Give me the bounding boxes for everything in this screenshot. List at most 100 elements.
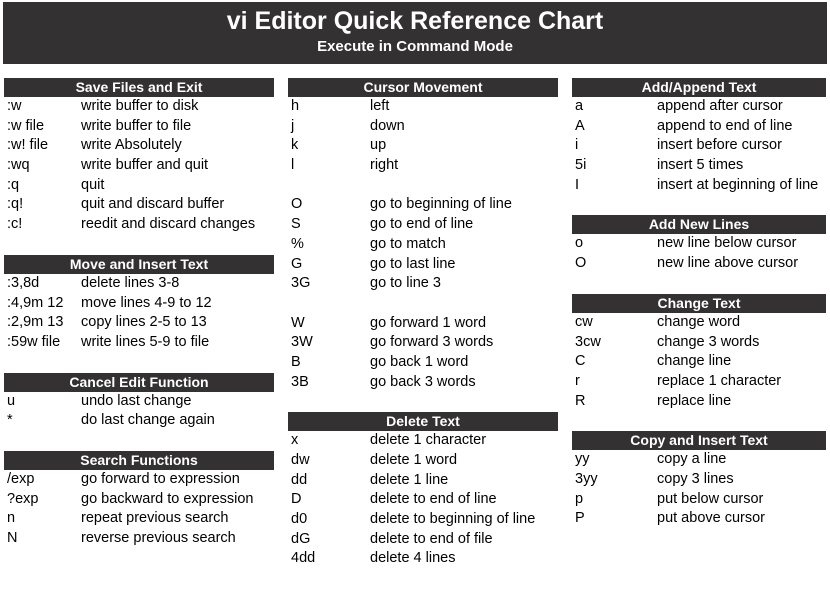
command-description: replace line [657, 392, 732, 409]
command-description: go to line 3 [370, 275, 441, 292]
section: Change Text cw change word 3cw change 3 word… [572, 293, 826, 411]
command-description: delete 1 character [370, 432, 487, 449]
command-row: :59w file write lines 5-9 to file [4, 333, 274, 353]
command-row: k up [288, 136, 558, 156]
command-key: 3B [291, 373, 309, 390]
command-description: new line above cursor [657, 255, 799, 272]
command-description: go back 1 word [370, 353, 469, 370]
command-description: change 3 words [657, 333, 760, 350]
command-list: :3,8d delete lines 3-8:4,9m 12 move lines … [4, 274, 274, 353]
command-key: C [575, 353, 586, 370]
command-row: j down [288, 117, 558, 137]
command-key: :q [7, 176, 20, 193]
command-key: :59w file [7, 333, 61, 350]
section-heading: Cancel Edit Function [4, 372, 274, 392]
command-key: P [575, 510, 585, 527]
section-heading: Change Text [572, 293, 826, 313]
command-row: 3B go back 3 words [288, 373, 558, 393]
command-description: new line below cursor [657, 235, 797, 252]
command-key: A [575, 117, 585, 134]
command-key: i [575, 137, 579, 154]
command-description: go forward 3 words [370, 334, 494, 351]
command-key: % [291, 235, 304, 252]
command-key: :c! [7, 216, 23, 233]
command-description: go back 3 words [370, 373, 476, 390]
command-key: d0 [291, 511, 308, 528]
column-3: Add/Append Text a append after cursor Aappe… [572, 78, 826, 529]
command-key: N [7, 530, 18, 546]
section: Copy and Insert Text yy copy a line 3yy copy… [572, 431, 826, 529]
command-description: down [370, 117, 405, 134]
command-description: right [370, 157, 399, 174]
command-description: change line [657, 353, 732, 370]
command-description: quit and discard buffer [81, 196, 225, 213]
command-row: :c! reedit and discard changes [4, 215, 274, 235]
command-description: copy 3 lines [657, 470, 734, 487]
section-heading: Move and Insert Text [4, 254, 274, 274]
command-row: l right [288, 156, 558, 176]
command-description: delete to end of file [370, 530, 493, 547]
command-description: delete 1 word [370, 452, 458, 468]
command-row: dw delete 1 word [288, 451, 558, 471]
command-row: h left [288, 97, 558, 117]
command-row: dG delete to end of file [288, 530, 558, 550]
command-row: u undo last change [4, 392, 274, 412]
command-description: go to end of line [370, 216, 474, 233]
command-description: put below cursor [657, 490, 764, 507]
section-heading: Search Functions [4, 450, 274, 470]
command-key: :w [7, 98, 22, 114]
command-key: h [291, 98, 300, 114]
command-key: dG [291, 530, 311, 547]
command-list: cw change word 3cw change 3 words Cchange li… [572, 313, 826, 411]
command-row: Onew line above cursor [572, 254, 826, 274]
command-row: dd delete 1 line [288, 471, 558, 491]
command-row: ?exp go backward to expression [4, 490, 274, 510]
command-key: O [291, 196, 303, 213]
command-key: n [7, 510, 16, 527]
command-key: R [575, 392, 586, 409]
command-key: yy [575, 451, 590, 468]
command-row: :2,9m 13 copy lines 2-5 to 13 [4, 313, 274, 333]
reference-chart: vi Editor Quick Reference Chart Execute … [0, 0, 830, 589]
command-list: u undo last change * do last change again [4, 392, 274, 431]
command-key: :wq [7, 157, 30, 174]
section: Add/Append Text a append after cursor Aappe… [572, 78, 826, 195]
command-row: Ggo to last line [288, 255, 558, 275]
command-description: insert at beginning of line [657, 176, 819, 193]
command-description: write buffer to disk [81, 98, 199, 114]
command-description: go forward to expression [81, 470, 240, 487]
command-key: 5i [575, 157, 587, 174]
command-description: reverse previous search [81, 530, 236, 546]
command-list: x delete 1 character dw delete 1 word dd dele… [288, 431, 558, 569]
command-row: 3W go forward 3 words [288, 333, 558, 353]
command-description: insert before cursor [657, 137, 782, 154]
command-row: x delete 1 character [288, 431, 558, 451]
command-row: :w file write buffer to file [4, 117, 274, 137]
command-list: :w write buffer to disk :w file write buffe… [4, 97, 274, 235]
command-description: go to match [370, 235, 446, 252]
page-subtitle: Execute in Command Mode [317, 38, 513, 55]
command-list: yy copy a line 3yy copy 3 lines p put below c… [572, 450, 826, 529]
command-description: reedit and discard changes [81, 216, 256, 233]
command-list: a append after cursor Aappend to end of li… [572, 97, 826, 195]
command-key: k [291, 137, 299, 154]
command-key: 3cw [575, 333, 601, 350]
command-row: :q quit [4, 176, 274, 196]
section: Cursor Movement h left j down k up l right Ogo to… [288, 78, 558, 392]
command-description: delete 4 lines [370, 550, 456, 567]
command-key: B [291, 353, 301, 370]
command-description: delete 1 line [370, 471, 449, 488]
command-key: :w file [7, 117, 45, 134]
command-key: :w! file [7, 137, 49, 154]
command-key: 4dd [291, 550, 316, 567]
command-description: replace 1 character [657, 372, 782, 389]
command-description: write lines 5-9 to file [81, 333, 210, 350]
command-description: delete to end of line [370, 491, 497, 508]
command-description: up [370, 137, 387, 154]
command-description: delete to beginning of line [370, 511, 536, 528]
command-row: r replace 1 character [572, 372, 826, 392]
command-key: /exp [7, 470, 35, 487]
command-description [370, 294, 558, 314]
command-description: go to beginning of line [370, 196, 512, 213]
command-description: delete lines 3-8 [81, 274, 180, 291]
